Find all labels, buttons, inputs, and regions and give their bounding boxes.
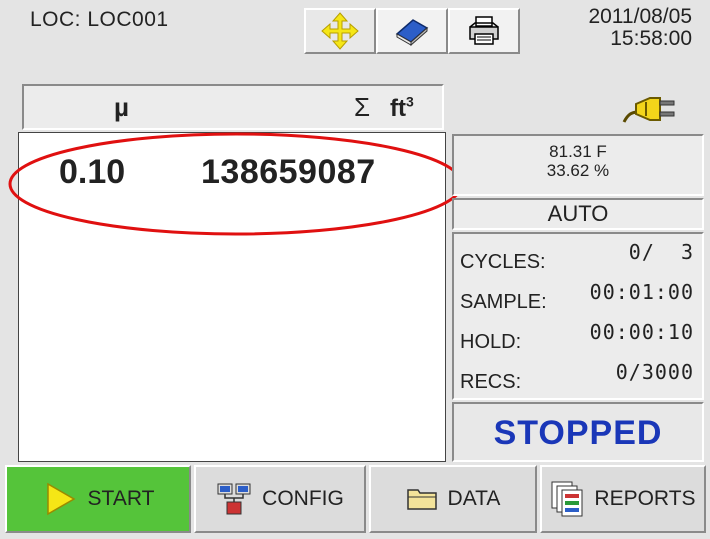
reports-label: REPORTS (594, 487, 696, 510)
config-label: CONFIG (262, 487, 344, 510)
humidity-value: 33.62 % (546, 161, 610, 180)
play-icon (46, 482, 76, 516)
stat-value: 00:01:00 (589, 280, 694, 304)
column-sum: Σ (354, 92, 371, 122)
book-icon (395, 19, 429, 47)
folder-icon (406, 489, 437, 510)
reports-documents-icon (551, 481, 583, 517)
column-mu: µ (114, 92, 129, 122)
stat-label: HOLD: (460, 331, 522, 353)
time-label: 15:58:00 (610, 27, 692, 50)
location-label: LOC: LOC001 (30, 8, 169, 31)
book-button[interactable] (376, 8, 448, 54)
start-label: START (87, 487, 155, 510)
status-text: STOPPED (493, 414, 663, 452)
stat-label: SAMPLE: (460, 291, 547, 313)
date-time: 2011/08/05 15:58:00 (588, 6, 692, 50)
stat-row-hold: HOLD: 00:00:10 (460, 318, 694, 354)
temperature-value: 81.31 F (549, 142, 607, 161)
column-header: µ Σ ft3 (22, 84, 444, 130)
data-label: DATA (447, 487, 501, 510)
stat-row-sample: SAMPLE: 00:01:00 (460, 278, 694, 314)
date-label: 2011/08/05 (588, 5, 692, 28)
annotation-circle (8, 132, 464, 236)
stat-label: RECS: (460, 371, 522, 393)
stat-row-cycles: CYCLES: 0/ 3 (460, 238, 694, 274)
environment-panel: 81.31 F 33.62 % (452, 134, 704, 196)
printer-icon (469, 16, 499, 45)
move-arrows-icon (321, 12, 359, 50)
power-plug-icon (622, 97, 675, 123)
status-panel: STOPPED (452, 402, 704, 462)
stat-value: 00:00:10 (589, 320, 694, 344)
stat-label: CYCLES: (460, 251, 546, 273)
config-button[interactable]: CONFIG (194, 465, 366, 533)
stat-value: 0/ 3 (628, 240, 694, 264)
mode-label: AUTO (452, 198, 704, 230)
stat-row-recs: RECS: 0/3000 (460, 358, 694, 394)
data-button[interactable]: DATA (369, 465, 537, 533)
reports-button[interactable]: REPORTS (540, 465, 706, 533)
stat-value: 0/3000 (615, 360, 694, 384)
print-button[interactable] (448, 8, 520, 54)
start-button[interactable]: START (5, 465, 191, 533)
move-button[interactable] (304, 8, 376, 54)
column-unit: ft3 (390, 93, 414, 122)
stats-panel: CYCLES: 0/ 3 SAMPLE: 00:01:00 HOLD: 00:0… (452, 232, 704, 400)
config-network-icon (217, 483, 251, 515)
